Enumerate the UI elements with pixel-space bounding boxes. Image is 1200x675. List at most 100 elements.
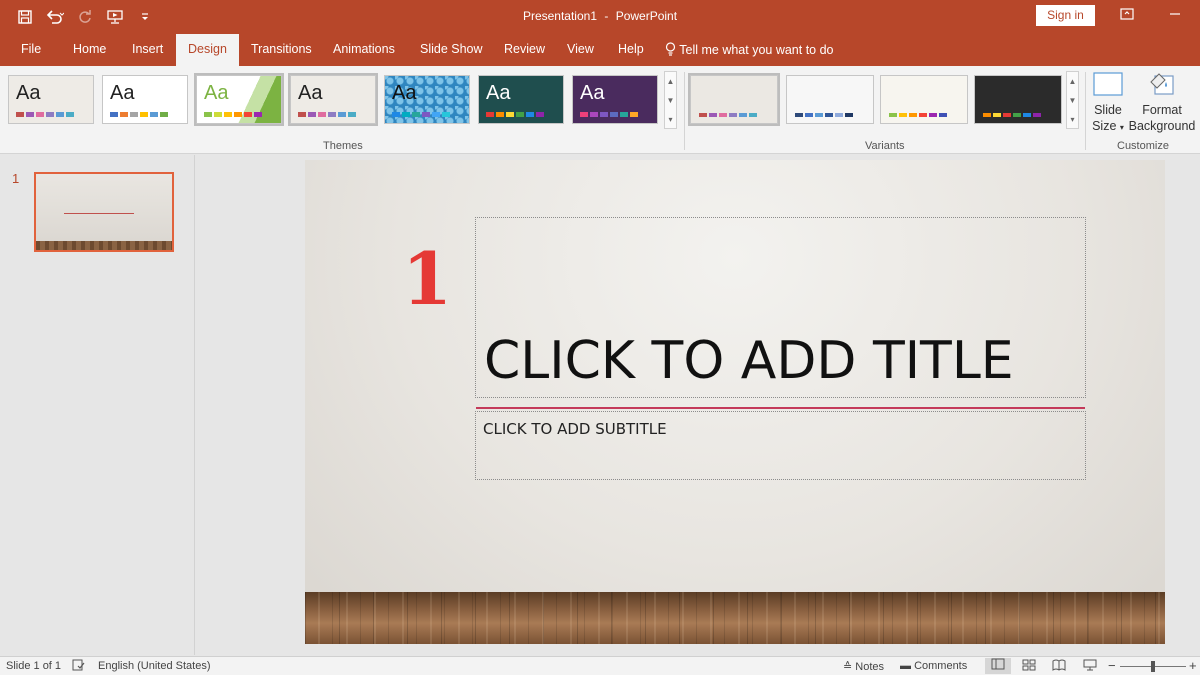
subtitle-placeholder[interactable]: CLICK TO ADD SUBTITLE (475, 411, 1086, 480)
variants-gallery-scroll[interactable]: ▲ ▼ ▾ (1066, 71, 1079, 129)
color-swatch (1003, 113, 1011, 117)
notes-button[interactable]: ≙ Notes (843, 660, 884, 673)
comments-icon: ▬ (900, 660, 911, 672)
color-swatch (308, 112, 316, 117)
color-swatch (328, 112, 336, 117)
zoom-in-icon[interactable]: + (1189, 658, 1197, 673)
comments-button[interactable]: ▬ Comments (900, 660, 967, 672)
color-swatch (939, 113, 947, 117)
color-swatch (815, 113, 823, 117)
slide-size-button[interactable]: Slide Size ▾ (1088, 72, 1128, 136)
language-indicator[interactable]: English (United States) (98, 660, 211, 672)
theme-thumbnail[interactable]: Aa (572, 75, 658, 124)
color-swatch (150, 112, 158, 117)
reading-view-icon[interactable] (1052, 659, 1066, 674)
notes-icon: ≙ (843, 661, 853, 673)
variant-color-swatches (889, 113, 947, 117)
tell-me-search[interactable]: Tell me what you want to do (665, 42, 834, 59)
color-swatch (422, 112, 430, 117)
color-swatch (338, 112, 346, 117)
design-ribbon: Aa Aa Aa Aa Aa Aa Aa ▲ ▼ ▾ Themes ▲ ▼ ▾ Varian… (0, 66, 1200, 154)
tab-review[interactable]: Review (504, 42, 545, 56)
app-name: PowerPoint (615, 9, 678, 23)
color-swatch (412, 112, 420, 117)
color-swatch (36, 112, 44, 117)
dropdown-arrow-icon: ▾ (1119, 123, 1124, 132)
tab-file[interactable]: File (21, 42, 41, 56)
variant-thumbnail[interactable] (786, 75, 874, 124)
status-bar: Slide 1 of 1 English (United States) ≙ N… (0, 656, 1200, 675)
scroll-up-icon[interactable]: ▲ (665, 72, 676, 91)
color-swatch (630, 112, 638, 117)
color-swatch (590, 112, 598, 117)
ribbon-display-options-icon[interactable] (1118, 8, 1136, 23)
theme-thumbnail[interactable]: Aa (288, 73, 378, 126)
color-swatch (526, 112, 534, 117)
color-swatch (110, 112, 118, 117)
window-title: Presentation1 - PowerPoint (0, 9, 1200, 23)
color-swatch (719, 113, 727, 117)
slide-size-label-2-text: Size (1092, 119, 1117, 133)
theme-thumbnail[interactable]: Aa (478, 75, 564, 124)
normal-view-icon[interactable] (985, 658, 1011, 674)
variants-group-label: Variants (865, 140, 905, 152)
scroll-down-icon[interactable]: ▼ (665, 91, 676, 110)
format-background-button[interactable]: Format Background (1127, 72, 1197, 134)
theme-color-swatches (110, 112, 168, 117)
scroll-up-icon[interactable]: ▲ (1067, 72, 1078, 91)
slide-thumbnail[interactable] (34, 172, 174, 252)
slide-size-label-2: Size ▾ (1088, 118, 1128, 136)
color-swatch (620, 112, 628, 117)
theme-preview-text: Aa (486, 82, 511, 104)
format-background-label-2: Background (1128, 119, 1196, 133)
customize-group-label: Customize (1117, 140, 1169, 152)
title-placeholder[interactable]: CLICK TO ADD TITLE (475, 217, 1086, 398)
variant-color-swatches (699, 113, 757, 117)
tab-design[interactable]: Design (176, 34, 239, 66)
tab-help[interactable]: Help (618, 42, 644, 56)
color-swatch (516, 112, 524, 117)
color-swatch (699, 113, 707, 117)
minimize-icon[interactable] (1166, 8, 1184, 23)
theme-thumbnail[interactable]: Aa (194, 73, 284, 126)
tab-insert[interactable]: Insert (132, 42, 163, 56)
tab-home[interactable]: Home (73, 42, 106, 56)
color-swatch (402, 112, 410, 117)
variant-thumbnail[interactable] (688, 73, 780, 126)
more-variants-icon[interactable]: ▾ (1067, 110, 1078, 129)
theme-color-swatches (298, 112, 356, 117)
color-swatch (214, 112, 222, 117)
theme-thumbnail[interactable]: Aa (102, 75, 188, 124)
scroll-down-icon[interactable]: ▼ (1067, 91, 1078, 110)
color-swatch (486, 112, 494, 117)
variant-color-swatches (983, 113, 1041, 117)
accessibility-check-icon[interactable] (72, 659, 85, 674)
color-swatch (442, 112, 450, 117)
wood-floor-image (305, 592, 1165, 644)
slide-sorter-view-icon[interactable] (1022, 659, 1036, 674)
slide-show-view-icon[interactable] (1083, 659, 1097, 674)
color-swatch (46, 112, 54, 117)
title-placeholder-text: CLICK TO ADD TITLE (484, 331, 1014, 391)
tab-view[interactable]: View (567, 42, 594, 56)
sign-in-button[interactable]: Sign in (1036, 5, 1095, 26)
color-swatch (1023, 113, 1031, 117)
zoom-out-icon[interactable]: − (1108, 658, 1116, 673)
notes-label: Notes (855, 661, 885, 673)
color-swatch (392, 112, 400, 117)
color-swatch (709, 113, 717, 117)
theme-thumbnail[interactable]: Aa (8, 75, 94, 124)
color-swatch (795, 113, 803, 117)
color-swatch (983, 113, 991, 117)
theme-thumbnail[interactable]: Aa (384, 75, 470, 124)
theme-color-swatches (204, 112, 262, 117)
more-themes-icon[interactable]: ▾ (665, 110, 676, 129)
variant-thumbnail[interactable] (974, 75, 1062, 124)
themes-gallery-scroll[interactable]: ▲ ▼ ▾ (664, 71, 677, 129)
tab-slide-show[interactable]: Slide Show (420, 42, 483, 56)
tab-animations[interactable]: Animations (333, 42, 395, 56)
color-swatch (835, 113, 843, 117)
variant-thumbnail[interactable] (880, 75, 968, 124)
zoom-slider-thumb[interactable] (1151, 661, 1155, 672)
tab-transitions[interactable]: Transitions (251, 42, 312, 56)
